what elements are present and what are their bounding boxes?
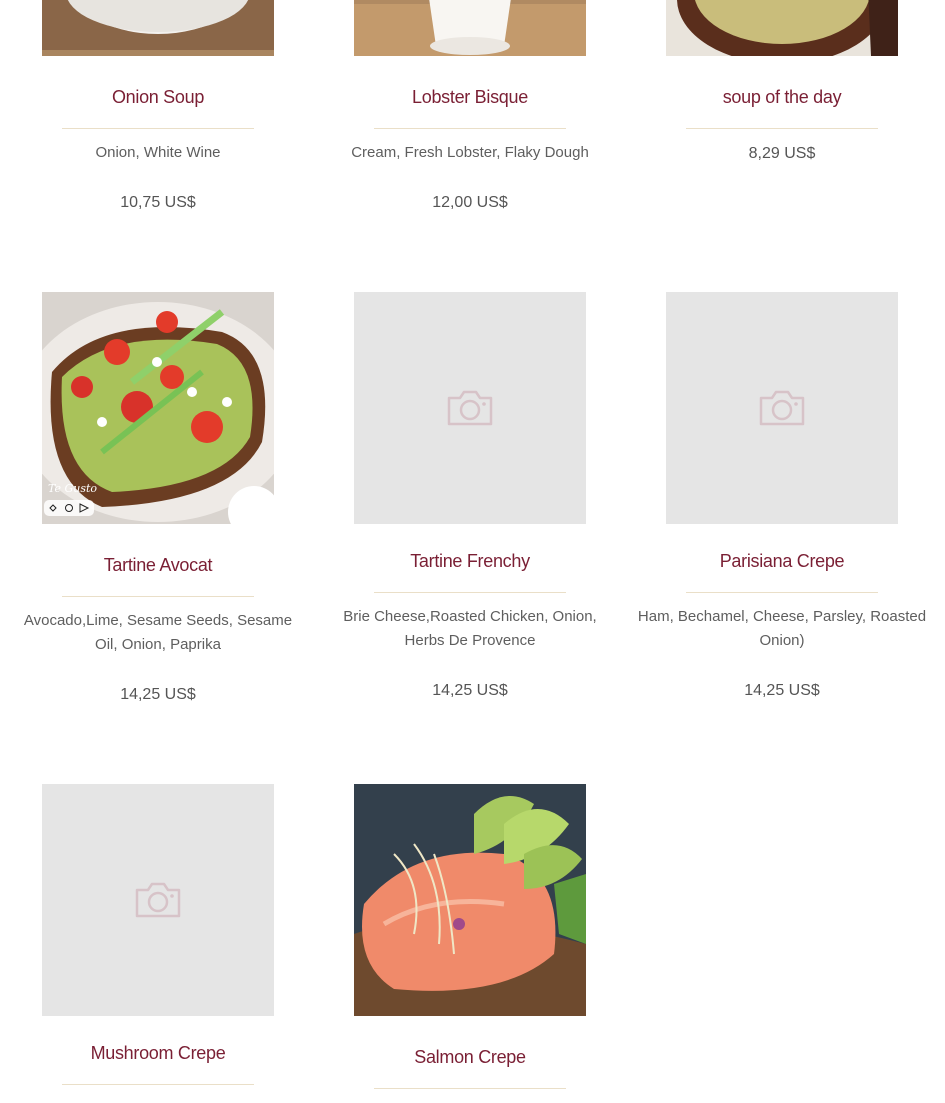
item-price: 14,25 US$ (432, 682, 508, 699)
item-price: 8,29 US$ (748, 145, 816, 162)
item-name: Tartine Avocat (103, 555, 213, 575)
camera-icon (135, 882, 181, 918)
salmon-crepe-photo (354, 784, 586, 1016)
item-name: Salmon Crepe (414, 1047, 526, 1067)
item-description: Onion, White Wine (95, 144, 221, 161)
item-name: Tartine Frenchy (410, 551, 530, 571)
tartine-avocat-photo: Te Gusto (42, 292, 274, 524)
mushroom-crepe-photo (42, 784, 274, 1016)
item-description: Avocado,Lime, Sesame Seeds, Sesame Oil, … (23, 612, 293, 653)
item-price: 10,75 US$ (120, 194, 196, 211)
soup-of-the-day-photo (666, 0, 898, 56)
divider (374, 592, 566, 593)
divider (374, 1088, 566, 1089)
camera-icon (759, 390, 805, 426)
divider (62, 128, 254, 129)
onion-soup-photo (42, 0, 274, 56)
divider (686, 592, 878, 593)
tartine-frenchy-photo (354, 292, 586, 524)
item-price: 14,25 US$ (120, 686, 196, 703)
item-description: Cream, Fresh Lobster, Flaky Dough (351, 144, 589, 161)
camera-icon (447, 390, 493, 426)
divider (686, 128, 878, 129)
divider (62, 1084, 254, 1085)
divider (62, 596, 254, 597)
item-name: Mushroom Crepe (90, 1043, 226, 1063)
parisiana-crepe-photo (666, 292, 898, 524)
item-price: 12,00 US$ (432, 194, 508, 211)
item-name: soup of the day (722, 87, 842, 107)
lobster-bisque-photo (354, 0, 586, 56)
item-name: Lobster Bisque (412, 87, 528, 107)
item-description: Brie Cheese,Roasted Chicken, Onion, Herb… (343, 608, 597, 649)
item-name: Parisiana Crepe (719, 551, 845, 571)
photo-overlay-text: Te Gusto (48, 482, 98, 495)
item-name: Onion Soup (111, 87, 205, 107)
item-price: 14,25 US$ (744, 682, 820, 699)
divider (374, 128, 566, 129)
item-description: Ham, Bechamel, Cheese, Parsley, Roasted … (637, 608, 927, 649)
